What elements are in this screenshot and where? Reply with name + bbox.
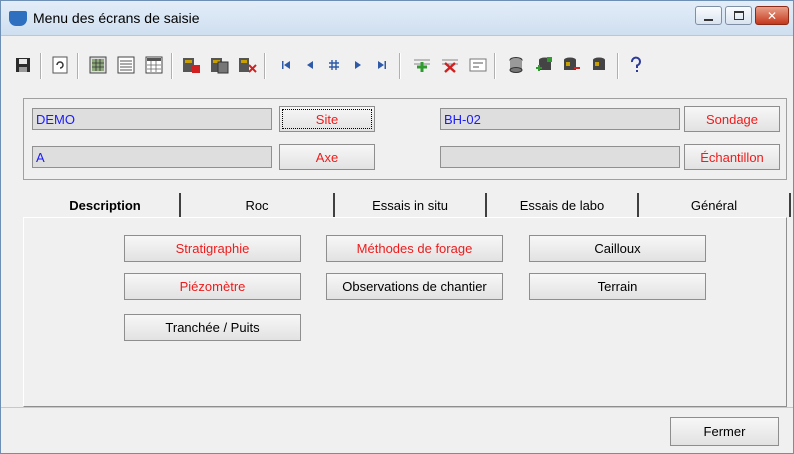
tab-roc[interactable]: Roc: [181, 193, 335, 217]
observations-de-chantier-button[interactable]: Observations de chantier: [326, 273, 503, 300]
form-view-icon[interactable]: [115, 54, 137, 76]
close-window-button[interactable]: ✕: [755, 6, 789, 25]
minimize-icon: [704, 18, 713, 21]
filter-icon[interactable]: [467, 54, 489, 76]
database-export-icon[interactable]: [589, 54, 611, 76]
echantillon-field[interactable]: [440, 146, 680, 168]
site-button[interactable]: Site: [279, 106, 375, 132]
go-to-record-icon[interactable]: [323, 54, 345, 76]
footer-divider: [1, 407, 793, 408]
tab-essais-in-situ[interactable]: Essais in situ: [335, 193, 487, 217]
stratigraphie-button[interactable]: Stratigraphie: [124, 235, 301, 262]
echantillon-button[interactable]: Échantillon: [684, 144, 780, 170]
next-record-icon[interactable]: [347, 54, 369, 76]
maximize-icon: [733, 11, 744, 20]
tab-description[interactable]: Description: [31, 193, 181, 217]
minimize-button[interactable]: [695, 6, 722, 25]
description-tab-panel: Stratigraphie Méthodes de forage Caillou…: [23, 217, 787, 407]
last-record-icon[interactable]: [371, 54, 393, 76]
methodes-de-forage-button[interactable]: Méthodes de forage: [326, 235, 503, 262]
application-window: Menu des écrans de saisie ✕ DEMO Site BH…: [0, 0, 794, 454]
title-bar: Menu des écrans de saisie ✕: [1, 1, 793, 36]
sondage-button[interactable]: Sondage: [684, 106, 780, 132]
save-icon[interactable]: [12, 54, 34, 76]
add-icon[interactable]: [411, 54, 433, 76]
app-shield-icon: [9, 11, 27, 26]
cancel-icon[interactable]: [439, 54, 461, 76]
tab-general[interactable]: Général: [639, 193, 791, 217]
site-field[interactable]: DEMO: [32, 108, 272, 130]
delete-record-icon[interactable]: [181, 54, 203, 76]
grid-view-icon[interactable]: [87, 54, 109, 76]
header-panel: DEMO Site BH-02 Sondage A Axe Échantillo…: [23, 98, 787, 180]
close-icon: ✕: [766, 8, 778, 23]
window-title: Menu des écrans de saisie: [33, 10, 200, 26]
database-import-icon[interactable]: [561, 54, 583, 76]
sondage-field[interactable]: BH-02: [440, 108, 680, 130]
remove-record-icon[interactable]: [237, 54, 259, 76]
tab-strip: Description Roc Essais in situ Essais de…: [31, 193, 793, 218]
first-record-icon[interactable]: [275, 54, 297, 76]
piezometre-button[interactable]: Piézomètre: [124, 273, 301, 300]
table-view-icon[interactable]: [143, 54, 165, 76]
fermer-button[interactable]: Fermer: [670, 417, 779, 446]
database-add-icon[interactable]: [533, 54, 555, 76]
toolbar: [1, 43, 793, 89]
cailloux-button[interactable]: Cailloux: [529, 235, 706, 262]
help-icon[interactable]: [625, 54, 647, 76]
refresh-icon[interactable]: [49, 54, 71, 76]
axe-field[interactable]: A: [32, 146, 272, 168]
maximize-button[interactable]: [725, 6, 752, 25]
tranchee-puits-button[interactable]: Tranchée / Puits: [124, 314, 301, 341]
previous-record-icon[interactable]: [299, 54, 321, 76]
copy-record-icon[interactable]: [209, 54, 231, 76]
database-icon[interactable]: [505, 54, 527, 76]
tab-essais-de-labo[interactable]: Essais de labo: [487, 193, 639, 217]
terrain-button[interactable]: Terrain: [529, 273, 706, 300]
axe-button[interactable]: Axe: [279, 144, 375, 170]
